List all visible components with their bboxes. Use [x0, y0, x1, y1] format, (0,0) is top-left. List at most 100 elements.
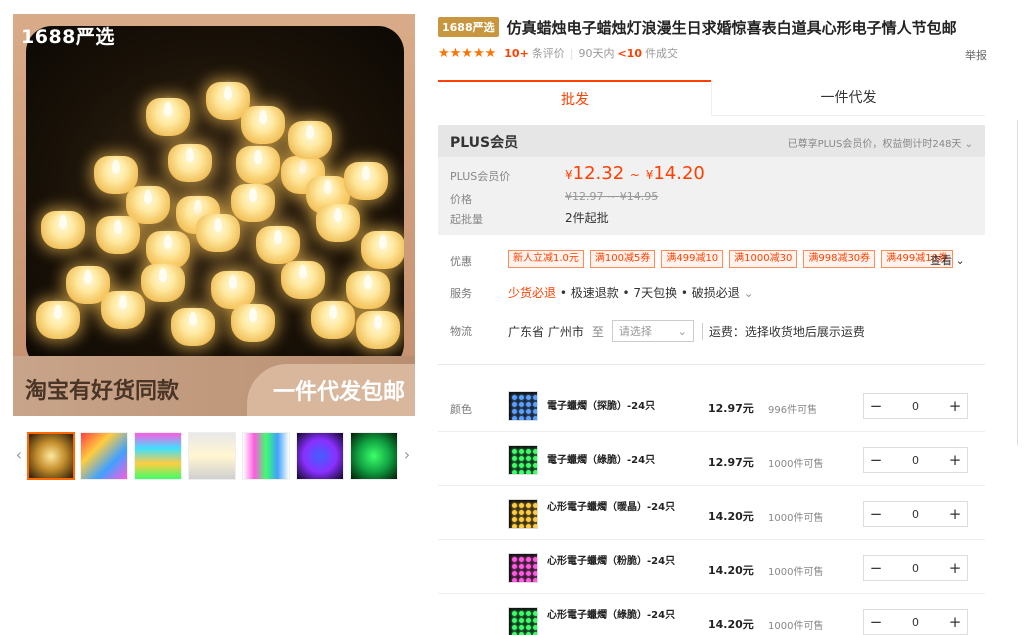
- thumb-prev-icon[interactable]: ‹: [13, 444, 25, 466]
- candle-light: [41, 211, 85, 249]
- thumbnail[interactable]: [296, 432, 344, 480]
- minus-button[interactable]: −: [864, 394, 888, 418]
- sku-candle-dot: [512, 510, 517, 515]
- sku-stock: 1000件可售: [768, 513, 824, 524]
- sku-name: 心形電子蠟燭（綠脆）-24只: [547, 610, 676, 621]
- tab-wholesale[interactable]: 批发: [438, 80, 712, 116]
- thumbnail[interactable]: [188, 432, 236, 480]
- sku-candle-dot: [526, 416, 531, 420]
- sku-candle-dot: [512, 470, 517, 474]
- sku-candle-dot: [526, 571, 531, 576]
- sku-candle-dot: [519, 564, 524, 569]
- old-price: ¥12.97 ~ ¥14.95: [565, 190, 659, 203]
- quantity-input[interactable]: 0: [888, 400, 943, 413]
- sku-candle-dot: [519, 463, 524, 468]
- plus-button[interactable]: +: [943, 556, 967, 580]
- sku-candle-dot: [519, 395, 524, 400]
- coupon[interactable]: 满998减30券: [803, 250, 876, 268]
- sku-thumbnail[interactable]: [508, 391, 538, 421]
- sku-candle-dot: [533, 503, 537, 508]
- separator: |: [569, 46, 574, 60]
- image-badge: 1688严选: [21, 26, 115, 48]
- sku-candle-dot: [519, 416, 524, 420]
- sku-candle-dot: [512, 564, 517, 569]
- sku-candle-dot: [519, 470, 524, 474]
- sku-candle-dot: [526, 395, 531, 400]
- sku-thumbnail[interactable]: [508, 499, 538, 529]
- sku-candle-dot: [533, 578, 537, 582]
- plus-button[interactable]: +: [943, 394, 967, 418]
- thumb-next-icon[interactable]: ›: [401, 444, 413, 466]
- quantity-input[interactable]: 0: [888, 562, 943, 575]
- quantity-stepper: − 0 +: [863, 555, 968, 581]
- quantity-input[interactable]: 0: [888, 454, 943, 467]
- divider: [438, 364, 985, 365]
- coupon[interactable]: 满1000减30: [729, 250, 798, 268]
- thumbnail[interactable]: [242, 432, 290, 480]
- plus-price-label: PLUS会员价: [450, 170, 511, 183]
- review-count[interactable]: 10+: [504, 47, 529, 60]
- thumbnail[interactable]: [27, 432, 75, 480]
- see-more-button[interactable]: 查看 ⌄: [930, 252, 965, 268]
- old-price-label: 价格: [450, 193, 472, 206]
- sku-candle-dot: [526, 503, 531, 508]
- report-link[interactable]: 举报: [965, 47, 987, 63]
- thumbnail[interactable]: [80, 432, 128, 480]
- quantity-stepper: − 0 +: [863, 393, 968, 419]
- sku-thumbnail[interactable]: [508, 445, 538, 475]
- moq-label: 起批量: [450, 213, 483, 226]
- candle-light: [311, 301, 355, 339]
- sold-count: <10: [617, 46, 643, 60]
- plus-button[interactable]: +: [943, 610, 967, 634]
- sku-candle-dot: [512, 463, 517, 468]
- main-product-image[interactable]: 1688严选 淘宝有好货同款 一件代发包邮: [13, 14, 415, 416]
- quantity-input[interactable]: 0: [888, 616, 943, 629]
- thumbnail[interactable]: [134, 432, 182, 480]
- sku-thumbnail[interactable]: [508, 553, 538, 583]
- destination-select[interactable]: 请选择 ⌄: [611, 320, 694, 342]
- ship-origin: 广东省 广州市: [508, 324, 584, 339]
- sku-name: 電子蠟燭（探脆）-24只: [547, 401, 656, 412]
- sku-candle-dot: [526, 557, 531, 562]
- quantity-input[interactable]: 0: [888, 508, 943, 521]
- sku-thumbnail[interactable]: [508, 607, 538, 635]
- sku-candle-dot: [519, 517, 524, 522]
- candle-light: [231, 304, 275, 342]
- service-rest: • 极速退款 • 7天包换 • 破损必退: [556, 286, 740, 300]
- minus-button[interactable]: −: [864, 556, 888, 580]
- coupon[interactable]: 满499减10: [661, 250, 724, 268]
- thumbnail[interactable]: [350, 432, 398, 480]
- candle-light: [168, 144, 212, 182]
- sku-candle-dot: [526, 524, 531, 528]
- candle-light: [256, 226, 300, 264]
- plus-button[interactable]: +: [943, 502, 967, 526]
- plus-button[interactable]: +: [943, 448, 967, 472]
- sku-candle-dot: [533, 557, 537, 562]
- title-row: 1688严选 仿真蜡烛电子蜡烛灯浪漫生日求婚惊喜表白道具心形电子情人节包邮: [438, 16, 988, 38]
- yanxuan-badge: 1688严选: [438, 17, 499, 37]
- review-label: 条评价: [531, 47, 565, 60]
- ship-to: 至: [591, 324, 604, 339]
- coupon[interactable]: 满100减5券: [589, 250, 656, 268]
- service-list[interactable]: 少货必退 • 极速退款 • 7天包换 • 破损必退 ⌄: [508, 284, 754, 301]
- quantity-stepper: − 0 +: [863, 609, 968, 635]
- sku-candle-dot: [533, 571, 537, 576]
- service-label: 服务: [450, 287, 472, 300]
- tab-dropship[interactable]: 一件代发: [711, 80, 985, 116]
- coupon[interactable]: 新人立减1.0元: [508, 250, 584, 268]
- minus-button[interactable]: −: [864, 610, 888, 634]
- minus-button[interactable]: −: [864, 502, 888, 526]
- sku-stock: 1000件可售: [768, 567, 824, 578]
- sku-row: 電子蠟燭（探脆）-24只 12.97元 996件可售 − 0 +: [438, 378, 985, 432]
- thumbnail-strip: ‹ ›: [13, 430, 415, 482]
- currency: ¥: [565, 168, 573, 182]
- sku-candle-dot: [533, 564, 537, 569]
- sku-candle-dot: [512, 557, 517, 562]
- sku-price: 14.20元: [708, 618, 754, 631]
- plus-note[interactable]: 已尊享PLUS会员价，权益倒计时248天 ⌄: [788, 135, 973, 150]
- sku-candle-dot: [512, 503, 517, 508]
- sku-candle-dot: [533, 456, 537, 461]
- minus-button[interactable]: −: [864, 448, 888, 472]
- sku-candle-dot: [512, 625, 517, 630]
- sku-candle-dot: [519, 524, 524, 528]
